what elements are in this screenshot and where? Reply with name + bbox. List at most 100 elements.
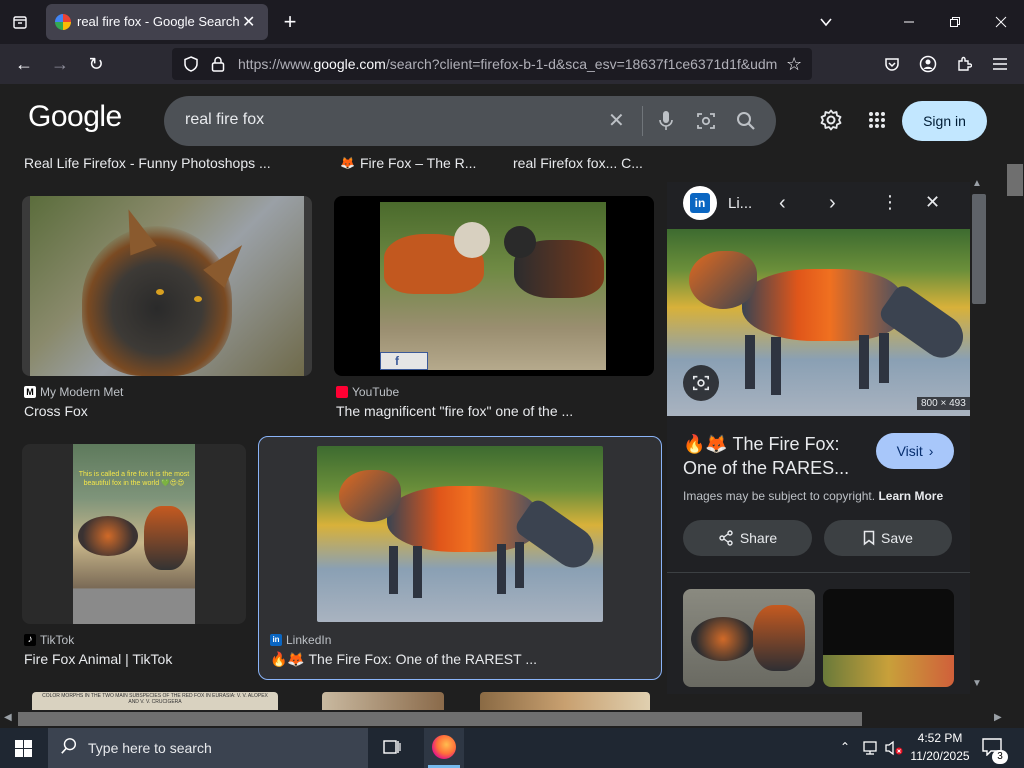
- back-icon[interactable]: ←: [12, 52, 36, 76]
- linkedin-favicon-icon: in: [270, 634, 282, 646]
- previous-image-icon[interactable]: ‹: [779, 192, 786, 215]
- share-label: Share: [739, 530, 778, 546]
- show-hidden-icons-chevron-icon[interactable]: ⌃: [840, 740, 850, 754]
- lens-camera-icon[interactable]: [696, 111, 716, 136]
- network-icon[interactable]: [862, 740, 880, 761]
- new-tab-icon[interactable]: +: [278, 10, 302, 34]
- apps-grid-icon[interactable]: [868, 111, 886, 134]
- chevron-down-icon[interactable]: [814, 10, 838, 34]
- shield-icon[interactable]: [182, 55, 200, 78]
- result-title-tiktok[interactable]: Fire Fox Animal | TikTok: [24, 651, 244, 667]
- result-source-linkedin[interactable]: in LinkedIn: [270, 633, 331, 647]
- copyright-text: Images may be subject to copyright.: [683, 489, 876, 503]
- result-title-top-1[interactable]: Real Life Firefox - Funny Photoshops ...: [24, 155, 324, 171]
- share-icon: [719, 530, 733, 546]
- scroll-left-icon[interactable]: ◀: [4, 712, 12, 723]
- forward-icon[interactable]: →: [48, 52, 72, 76]
- result-title-cross-fox[interactable]: Cross Fox: [24, 403, 304, 419]
- visit-button[interactable]: Visit ›: [876, 433, 954, 469]
- selected-result-card[interactable]: in LinkedIn 🔥🦊 The Fire Fox: One of the R…: [258, 436, 662, 680]
- minimize-icon[interactable]: [897, 10, 921, 34]
- result-source-youtube[interactable]: YouTube: [336, 385, 399, 399]
- panel-title-line-2[interactable]: One of the RARES...: [683, 458, 849, 479]
- horizontal-scrollbar-thumb[interactable]: [18, 712, 862, 726]
- close-panel-icon[interactable]: ✕: [925, 192, 940, 213]
- search-icon[interactable]: [736, 111, 756, 136]
- result-image-cross-fox[interactable]: [22, 196, 312, 376]
- lens-search-image-icon[interactable]: [683, 365, 719, 401]
- menu-hamburger-icon[interactable]: [988, 52, 1012, 76]
- result-image-color-morphs[interactable]: COLOR MORPHS IN THE TWO MAIN SUBSPECIES …: [32, 692, 278, 710]
- extensions-icon[interactable]: [952, 52, 976, 76]
- copyright-notice: Images may be subject to copyright. Lear…: [683, 489, 943, 503]
- learn-more-link[interactable]: Learn More: [878, 489, 943, 503]
- lock-icon[interactable]: [210, 55, 226, 78]
- panel-scrollbar-thumb[interactable]: [972, 194, 986, 304]
- windows-start-icon[interactable]: [15, 740, 32, 762]
- result-title-youtube[interactable]: The magnificent "fire fox" one of the ..…: [336, 403, 646, 419]
- url-text: https://www.google.com/search?client=fir…: [238, 56, 778, 72]
- task-view-icon[interactable]: [383, 738, 401, 761]
- result-title-top-3[interactable]: real Firefox fox... C...: [513, 155, 663, 171]
- result-image-tiktok[interactable]: This is called a fire fox it is the most…: [22, 444, 246, 624]
- result-title-linkedin[interactable]: 🔥🦊 The Fire Fox: One of the RAREST ...: [270, 651, 650, 668]
- close-tab-icon[interactable]: ✕: [242, 12, 255, 32]
- panel-scroll-up-icon[interactable]: ▲: [972, 178, 982, 189]
- account-icon[interactable]: [916, 52, 940, 76]
- tab-list-icon[interactable]: [8, 10, 32, 34]
- result-image-fox-bottom-3[interactable]: [480, 692, 650, 710]
- vertical-scrollbar-thumb[interactable]: [1007, 164, 1023, 196]
- page-horizontal-scrollbar[interactable]: ◀ ▶: [0, 710, 1006, 728]
- share-button[interactable]: Share: [683, 520, 812, 556]
- pocket-icon[interactable]: [880, 52, 904, 76]
- microphone-icon[interactable]: [658, 110, 674, 137]
- taskbar-search-icon: [60, 737, 78, 760]
- result-image-linkedin[interactable]: [317, 446, 603, 622]
- firefox-taskbar-button[interactable]: [424, 728, 464, 768]
- navigation-bar: ← → ↻ https://www.google.com/search?clie…: [0, 44, 1024, 84]
- active-tab[interactable]: real fire fox - Google Search ✕: [46, 4, 268, 40]
- settings-gear-icon[interactable]: [820, 109, 842, 136]
- google-header: Google real fire fox ✕ Sign in: [0, 84, 1006, 154]
- result-title-top-2[interactable]: Fire Fox – The R...: [360, 155, 500, 171]
- related-image-2[interactable]: [823, 589, 954, 687]
- search-box[interactable]: real fire fox ✕: [164, 96, 776, 146]
- windows-taskbar: Type here to search ⌃ 4:52 PM 11/20/2025…: [0, 728, 1024, 768]
- tiktok-overlay-caption: This is called a fire fox it is the most…: [78, 471, 190, 487]
- volume-muted-icon[interactable]: [884, 740, 904, 761]
- search-input[interactable]: real fire fox: [185, 111, 264, 129]
- result-image-fox-bottom-2[interactable]: [322, 692, 444, 710]
- source-label: LinkedIn: [286, 633, 332, 647]
- related-image-1[interactable]: [683, 589, 815, 687]
- clock-time[interactable]: 4:52 PM: [912, 731, 968, 745]
- panel-title-line-1[interactable]: 🔥🦊 The Fire Fox:: [683, 434, 840, 455]
- panel-source-name[interactable]: Li...: [728, 195, 752, 212]
- page-vertical-scrollbar[interactable]: [1006, 154, 1024, 710]
- sign-in-button[interactable]: Sign in: [902, 101, 987, 141]
- restore-icon[interactable]: [943, 10, 967, 34]
- result-source-mymodernmet[interactable]: M My Modern Met: [24, 385, 123, 399]
- mymodernmet-favicon-icon: M: [24, 386, 36, 398]
- clock-date[interactable]: 11/20/2025: [906, 749, 974, 763]
- reload-icon[interactable]: ↻: [84, 52, 108, 76]
- youtube-favicon-icon: [336, 386, 348, 398]
- bookmark-icon: [863, 530, 875, 546]
- url-bar[interactable]: https://www.google.com/search?client=fir…: [172, 48, 812, 80]
- image-preview-panel: in Li... ‹ › ⋮ ✕ 800 × 493 🔥🦊 The Fire F…: [667, 182, 970, 694]
- close-window-icon[interactable]: [989, 10, 1013, 34]
- result-image-youtube[interactable]: f: [334, 196, 654, 376]
- source-label: My Modern Met: [40, 385, 124, 399]
- panel-preview-image[interactable]: 800 × 493: [667, 229, 970, 416]
- google-logo[interactable]: Google: [28, 100, 122, 134]
- panel-scroll-down-icon[interactable]: ▼: [972, 678, 982, 689]
- more-options-icon[interactable]: ⋮: [881, 192, 899, 213]
- next-image-icon[interactable]: ›: [829, 192, 836, 215]
- taskbar-search-box[interactable]: Type here to search: [48, 728, 368, 768]
- scroll-right-icon[interactable]: ▶: [994, 712, 1002, 723]
- linkedin-source-icon[interactable]: in: [683, 186, 717, 220]
- result-source-tiktok[interactable]: ♪ TikTok: [24, 633, 74, 647]
- clear-search-icon[interactable]: ✕: [608, 108, 625, 133]
- save-button[interactable]: Save: [824, 520, 952, 556]
- url-prefix: https://www.: [238, 56, 314, 72]
- bookmark-star-icon[interactable]: ☆: [786, 54, 802, 75]
